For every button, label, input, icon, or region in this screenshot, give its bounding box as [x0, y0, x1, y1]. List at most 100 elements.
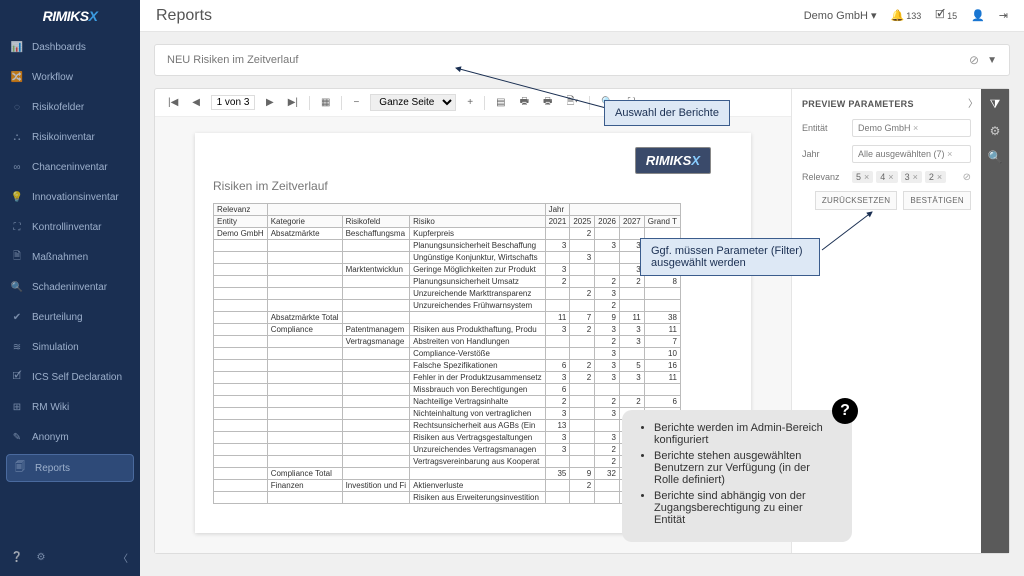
sidebar-item-reports[interactable]: 🗐Reports [6, 454, 134, 482]
settings-icon[interactable]: ⚙ [990, 124, 1001, 138]
table-row: Unzureichendes Frühwarnsystem2 [214, 300, 681, 312]
nav-icon: 🗹 [10, 370, 24, 384]
export-icon[interactable]: 🗎▾ [564, 92, 582, 113]
notifications-icon[interactable]: 🔔133 [891, 9, 922, 22]
table-row: Nachteilige Vertragsinhalte2226 [214, 396, 681, 408]
user-icon[interactable]: 👤 [971, 9, 985, 22]
sidebar-item-rm-wiki[interactable]: ⊞RM Wiki [0, 392, 140, 422]
submit-button[interactable]: BESTÄTIGEN [903, 191, 971, 210]
sidebar-item-anonym[interactable]: ✎Anonym [0, 422, 140, 452]
print-icon[interactable]: 🖶 [517, 92, 532, 113]
table-row: Risiken aus Erweiterungsinvestition [214, 492, 681, 504]
zoom-in-icon[interactable]: + [464, 95, 476, 110]
param-jahr-value[interactable]: Alle ausgewählten (7) × [852, 145, 971, 163]
nav-icon: 💡 [10, 190, 24, 204]
report-select-input[interactable] [167, 54, 969, 66]
brand-logo: RIMIKSX [0, 0, 140, 32]
page-input[interactable] [211, 95, 255, 110]
next-page-icon[interactable]: ▶ [263, 95, 277, 110]
table-row: Planungsunsicherheit Beschaffung3333 [214, 240, 681, 252]
sidebar-item-workflow[interactable]: 🔀Workflow [0, 62, 140, 92]
gear-icon[interactable]: ⚙ [34, 550, 48, 564]
clear-icon[interactable]: ⊘ [969, 53, 979, 67]
help-item: Berichte werden im Admin-Bereich konfigu… [654, 422, 836, 446]
sidebar-item-dashboards[interactable]: 📊Dashboards [0, 32, 140, 62]
print-page-icon[interactable]: 🖶 [540, 92, 555, 113]
report-selector[interactable]: ⊘ ▼ [154, 44, 1010, 76]
table-row: VertragsmanageAbstreiten von Handlungen2… [214, 336, 681, 348]
param-entitaet-label: Entität [802, 123, 846, 133]
report-table: RelevanzJahr EntityKategorieRisikofeldRi… [213, 203, 681, 504]
sidebar-item-label: RM Wiki [32, 402, 69, 413]
table-row: Unzureichendes Vertragsmanagen3227 [214, 444, 681, 456]
sidebar-item-schadeninventar[interactable]: 🔍Schadeninventar [0, 272, 140, 302]
nav-icon: ∞ [10, 160, 24, 174]
sidebar-item-label: Innovationsinventar [32, 192, 119, 203]
page-title: Reports [156, 7, 212, 25]
sidebar-item-simulation[interactable]: ≋Simulation [0, 332, 140, 362]
first-page-icon[interactable]: |◀ [165, 95, 181, 110]
sidebar-item-label: Chanceninventar [32, 162, 108, 173]
sidebar-item-innovationsinventar[interactable]: 💡 Innovationsinventar [0, 182, 140, 212]
params-title: PREVIEW PARAMETERS [802, 99, 971, 109]
zoom-out-icon[interactable]: − [350, 95, 362, 110]
sidebar-item-ics-self-declaration[interactable]: 🗹ICS Self Declaration [0, 362, 140, 392]
help-icon[interactable]: ❔ [10, 550, 24, 564]
clear-relevanz-icon[interactable]: ⊘ [963, 172, 971, 183]
callout-report-select: Auswahl der Berichte [604, 100, 730, 126]
report-viewer: |◀ ◀ ▶ ▶| ▦ − Ganze Seite + ▤ 🖶 🖶 🗎▾ 🔍 ⛶ [154, 88, 1010, 554]
brand-x: X [89, 8, 98, 24]
table-row: Rechtsunsicherheit aus AGBs (Ein13 [214, 420, 681, 432]
sidebar-footer: ❔ ⚙ 〈 [0, 544, 140, 570]
entity-selector[interactable]: Demo GmbH ▾ [804, 9, 877, 22]
sidebar-item-chanceninventar[interactable]: ∞ Chanceninventar [0, 152, 140, 182]
param-relevanz-label: Relevanz [802, 172, 846, 182]
report-logo: RIMIKSX [635, 147, 711, 174]
chevron-down-icon: ▾ [871, 10, 877, 22]
dropdown-icon[interactable]: ▼ [987, 55, 997, 66]
reset-button[interactable]: ZURÜCKSETZEN [815, 191, 898, 210]
relevanz-chip[interactable]: 4× [876, 171, 897, 183]
header: Reports Demo GmbH ▾ 🔔133 🗹15 👤 ⇥ [140, 0, 1024, 32]
sidebar-item-maßnahmen[interactable]: 🗎Maßnahmen [0, 242, 140, 272]
nav-icon: 🗐 [13, 461, 27, 475]
brand-name: RIMIKS [43, 8, 89, 24]
table-row: Planungsunsicherheit Umsatz2228 [214, 276, 681, 288]
zoom-select[interactable]: Ganze Seite [370, 94, 456, 111]
sidebar: RIMIKSX 📊Dashboards🔀Workflow◌Risikofelde… [0, 0, 140, 576]
sidebar-item-label: Dashboards [32, 42, 86, 53]
collapse-panel-icon[interactable]: 〉 [968, 95, 978, 110]
nav-icon: ⛶ [10, 220, 24, 234]
collapse-sidebar-icon[interactable]: 〈 [116, 550, 130, 564]
nav-icon: 🗎 [10, 250, 24, 264]
report-title: Risiken im Zeitverlauf [213, 179, 733, 193]
relevanz-chip[interactable]: 2× [925, 171, 946, 183]
tasks-icon[interactable]: 🗹15 [935, 6, 957, 25]
filter-icon[interactable]: ⧩ [990, 97, 1001, 112]
table-row: Demo GmbHAbsatzmärkteBeschaffungsmaKupfe… [214, 228, 681, 240]
table-row: Missbrauch von Berechtigungen6 [214, 384, 681, 396]
param-jahr-label: Jahr [802, 149, 846, 159]
nav-icon: ◌ [10, 100, 24, 114]
sidebar-item-risikofelder[interactable]: ◌Risikofelder [0, 92, 140, 122]
logout-icon[interactable]: ⇥ [999, 9, 1008, 22]
content: ⊘ ▼ |◀ ◀ ▶ ▶| ▦ − Ganze Seite + ▤ 🖶 🖶 🗎▾ [140, 32, 1024, 576]
sidebar-item-kontrollinventar[interactable]: ⛶Kontrollinventar [0, 212, 140, 242]
prev-page-icon[interactable]: ◀ [189, 95, 203, 110]
sidebar-item-label: Risikoinventar [32, 132, 95, 143]
help-box: ? Berichte werden im Admin-Bereich konfi… [622, 410, 852, 542]
sidebar-item-risikoinventar[interactable]: ⛬Risikoinventar [0, 122, 140, 152]
sidebar-item-beurteilung[interactable]: ✔Beurteilung [0, 302, 140, 332]
relevanz-chip[interactable]: 5× [852, 171, 873, 183]
param-entitaet-value[interactable]: Demo GmbH × [852, 119, 971, 137]
table-row: Falsche Spezifikationen623516 [214, 360, 681, 372]
last-page-icon[interactable]: ▶| [285, 95, 301, 110]
table-row: Vertragsvereinbarung aus Kooperat224 [214, 456, 681, 468]
highlight-icon[interactable]: ▤ [493, 95, 508, 110]
relevanz-chip[interactable]: 3× [901, 171, 922, 183]
table-row: FinanzenInvestition und FiAktienverluste… [214, 480, 681, 492]
help-item: Berichte stehen ausgewählten Benutzern z… [654, 450, 836, 486]
find-icon[interactable]: 🔍 [988, 150, 1003, 164]
toggle-multipage-icon[interactable]: ▦ [318, 95, 333, 110]
table-row: Absatzmärkte Total11791138 [214, 312, 681, 324]
